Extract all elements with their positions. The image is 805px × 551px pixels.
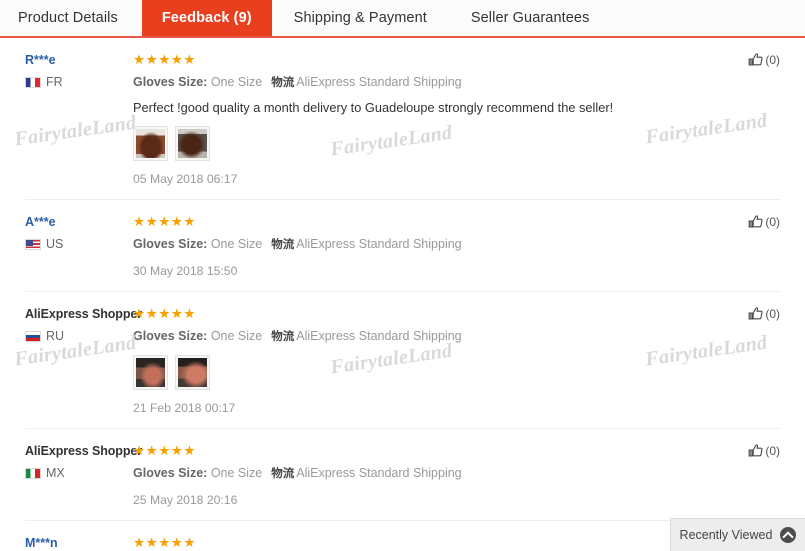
spec-key: Gloves Size: [133, 466, 208, 480]
feedback-specs: Gloves Size: One Size 物流 AliExpress Standa… [133, 236, 716, 253]
thumbs-up-icon[interactable] [748, 444, 764, 459]
feedback-helpful-button[interactable]: (0) [716, 51, 780, 187]
feedback-item: A***e US ★★★★★ Gloves Size: One Size 物流 AliEx… [25, 200, 780, 292]
feedback-country: FR [25, 75, 133, 89]
star-rating: ★★★★★ [133, 535, 197, 550]
spec-value: One Size [210, 466, 263, 480]
feedback-body: ★★★★★ Gloves Size: One Size 物流AliExpress S… [133, 51, 716, 187]
feedback-user: M***nFR [25, 534, 133, 551]
feedback-item: R***e FR ★★★★★ Gloves Size: One Size 物流 AliEx… [25, 38, 780, 200]
recently-viewed-label: Recently Viewed [679, 528, 773, 542]
shipping-method: AliExpress Standard Shipping [296, 329, 462, 343]
feedback-date: 25 May 2018 20:16 [133, 493, 238, 507]
spec-value: One Size [210, 75, 263, 89]
feedback-date: 21 Feb 2018 00:17 [133, 401, 236, 415]
feedback-photos [133, 126, 716, 161]
logistics-badge: 物流 [271, 239, 295, 251]
product-tab-bar: Product Details Feedback (9) Shipping & Pa… [0, 0, 805, 38]
feedback-date: 30 May 2018 15:50 [133, 264, 238, 278]
spec-value: One Size [210, 237, 263, 251]
feedback-user: AliExpress Shopper MX [25, 442, 142, 508]
helpful-count: (0) [765, 53, 780, 67]
spec-key: Gloves Size: [133, 237, 208, 251]
helpful-count: (0) [765, 215, 780, 229]
feedback-helpful-button[interactable]: (0) [716, 305, 780, 416]
recently-viewed-widget[interactable]: Recently Viewed [670, 518, 805, 551]
flag-us-icon [25, 238, 41, 250]
feedback-body: ★★★★★Gloves Size: One Size物流AliExpress S… [133, 534, 716, 551]
feedback-photo-thumbnail[interactable] [175, 355, 210, 390]
helpful-count: (0) [765, 444, 780, 458]
country-code: MX [46, 466, 65, 480]
thumbs-up-icon[interactable] [748, 307, 764, 322]
feedback-username[interactable]: R***e [25, 52, 133, 68]
spec-key: Gloves Size: [133, 75, 208, 89]
country-code: RU [46, 329, 65, 343]
flag-mx-icon [25, 467, 41, 479]
star-rating: ★★★★★ [133, 443, 197, 458]
feedback-username[interactable]: M***n [25, 535, 133, 551]
thumbs-up-icon[interactable] [748, 215, 764, 230]
feedback-date: 05 May 2018 06:17 [133, 172, 238, 186]
logistics-badge: 物流 [271, 468, 295, 480]
feedback-helpful-button[interactable]: (0) [716, 213, 780, 279]
logistics-badge: 物流 [271, 77, 295, 89]
feedback-item: M***nFR★★★★★Gloves Size: One Size物流AliEx… [25, 521, 780, 551]
feedback-list: R***e FR ★★★★★ Gloves Size: One Size 物流 AliEx… [0, 38, 805, 551]
feedback-photo-thumbnail[interactable] [133, 126, 168, 161]
chevron-up-circle-icon[interactable] [780, 527, 797, 543]
feedback-item: AliExpress Shopper MX ★★★★★ Gloves Size: On… [25, 429, 780, 521]
thumbs-up-icon[interactable] [748, 53, 764, 68]
feedback-country: RU [25, 329, 133, 343]
feedback-country: MX [25, 466, 133, 480]
feedback-user: AliExpress Shopper RU [25, 305, 142, 416]
star-rating: ★★★★★ [133, 214, 197, 229]
feedback-username[interactable]: AliExpress Shopper [25, 306, 142, 322]
shipping-method: AliExpress Standard Shipping [296, 237, 462, 251]
logistics-badge: 物流 [271, 331, 295, 343]
feedback-username[interactable]: AliExpress Shopper [25, 443, 142, 459]
feedback-photos [133, 355, 716, 390]
tab-feedback-9[interactable]: Feedback (9) [141, 0, 272, 36]
feedback-body: ★★★★★ Gloves Size: One Size 物流AliExpress S… [133, 442, 716, 508]
feedback-body: ★★★★★ Gloves Size: One Size 物流AliExpress S… [133, 213, 716, 279]
feedback-item: AliExpress Shopper RU ★★★★★ Gloves Size: On… [25, 292, 780, 429]
feedback-specs: Gloves Size: One Size 物流 AliExpress Standa… [133, 74, 716, 91]
helpful-count: (0) [765, 307, 780, 321]
country-code: US [46, 237, 64, 251]
feedback-user: R***e FR [25, 51, 133, 187]
feedback-username[interactable]: A***e [25, 214, 133, 230]
flag-ru-icon [25, 330, 41, 342]
product-page: Product Details Feedback (9) Shipping & Pa… [0, 0, 805, 551]
tab-product-details[interactable]: Product Details [0, 0, 142, 36]
feedback-country: US [25, 237, 133, 251]
spec-key: Gloves Size: [133, 329, 208, 343]
feedback-specs: Gloves Size: One Size 物流 AliExpress Standa… [133, 328, 716, 345]
star-rating: ★★★★★ [133, 52, 197, 67]
feedback-specs: Gloves Size: One Size 物流 AliExpress Standa… [133, 465, 716, 482]
tab-shipping-payment[interactable]: Shipping & Payment [272, 0, 449, 36]
feedback-helpful-button[interactable]: (0) [716, 442, 780, 508]
shipping-method: AliExpress Standard Shipping [296, 75, 462, 89]
tab-seller-guarantees[interactable]: Seller Guarantees [449, 0, 612, 36]
shipping-method: AliExpress Standard Shipping [296, 466, 462, 480]
feedback-body: ★★★★★ Gloves Size: One Size 物流AliExpress S… [133, 305, 716, 416]
country-code: FR [46, 75, 63, 89]
star-rating: ★★★★★ [133, 306, 197, 321]
flag-fr-icon [25, 76, 41, 88]
feedback-photo-thumbnail[interactable] [175, 126, 210, 161]
spec-value: One Size [210, 329, 263, 343]
feedback-user: A***e US [25, 213, 133, 279]
feedback-text: Perfect !good quality a month delivery t… [133, 100, 614, 115]
feedback-photo-thumbnail[interactable] [133, 355, 168, 390]
